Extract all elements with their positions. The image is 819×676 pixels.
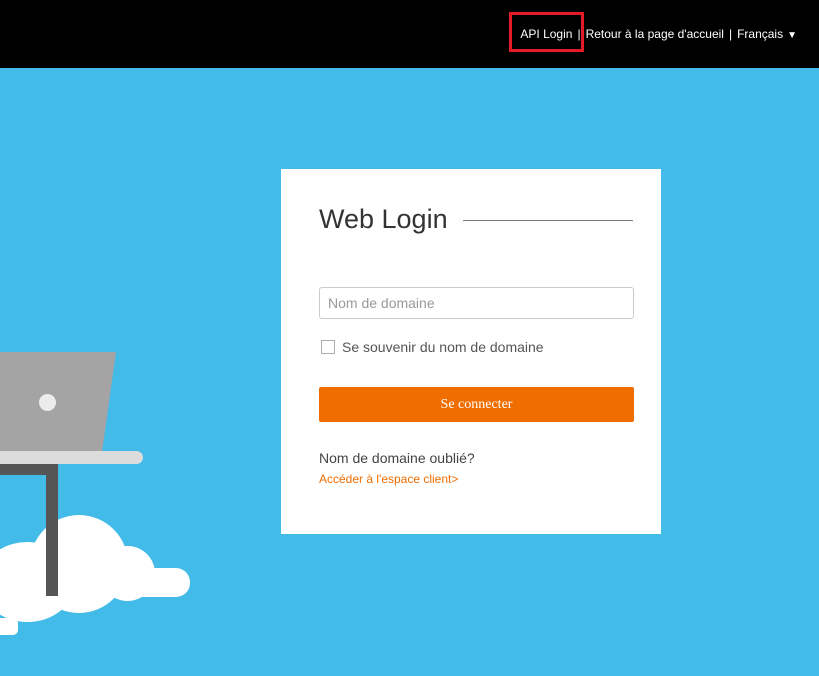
title-row: Web Login <box>319 201 633 237</box>
caret-down-icon: ▼ <box>787 30 797 41</box>
nav-separator: | <box>728 27 733 41</box>
client-area-link[interactable]: Accéder à l'espace client> <box>319 472 458 486</box>
title-divider <box>462 219 633 221</box>
top-bar: API Login | Retour à la page d'accueil |… <box>0 0 819 68</box>
cloud-small <box>0 618 18 635</box>
api-login-highlight <box>509 12 584 52</box>
laptop-logo-dot <box>39 394 56 411</box>
login-card: Web Login Se souvenir du nom de domaine … <box>281 169 661 534</box>
remember-domain-checkbox[interactable] <box>321 340 335 354</box>
language-selector[interactable]: Français ▼ <box>737 27 797 41</box>
home-link[interactable]: Retour à la page d'accueil <box>586 27 724 41</box>
cloud-part <box>0 568 190 597</box>
forgot-domain-text: Nom de domaine oublié? <box>319 450 475 466</box>
domain-input[interactable] <box>319 287 634 319</box>
remember-domain-row[interactable]: Se souvenir du nom de domaine <box>321 339 544 355</box>
language-label: Français <box>737 27 784 41</box>
login-title: Web Login <box>319 203 448 234</box>
laptop-icon <box>0 352 116 452</box>
login-button[interactable]: Se connecter <box>319 387 634 422</box>
desk-top <box>0 451 143 464</box>
remember-domain-label[interactable]: Se souvenir du nom de domaine <box>342 339 544 355</box>
desk-leg <box>46 464 58 596</box>
